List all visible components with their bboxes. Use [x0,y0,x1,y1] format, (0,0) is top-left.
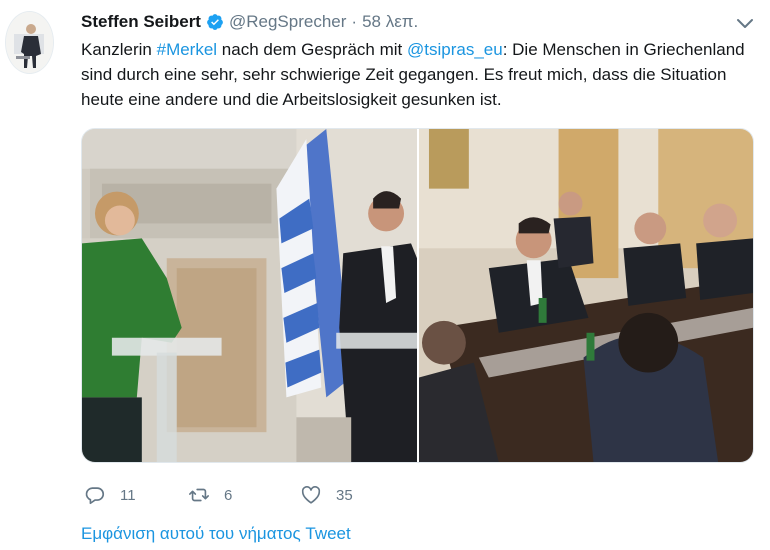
tweet-header: Steffen Seibert @RegSprecher · 58 λεπ. [81,11,418,33]
retweet-count: 6 [224,486,233,504]
author-avatar[interactable] [5,11,54,74]
header-separator: · [351,12,358,31]
mention-link[interactable]: @tsipras_eu [407,40,503,59]
show-thread-link[interactable]: Εμφάνιση αυτού του νήματος Tweet [81,524,351,544]
photo-press-conference[interactable] [82,129,417,462]
chevron-down-icon[interactable] [734,14,756,34]
like-button[interactable]: 35 [300,484,390,506]
verified-badge-icon [206,13,224,31]
tweet-text-segment: Kanzlerin [81,40,157,59]
retweet-button[interactable]: 6 [188,484,300,506]
reply-icon [85,487,105,505]
tweet-actions: 11 6 35 [84,484,390,506]
tweet-timestamp[interactable]: 58 λεπ. [362,12,418,32]
retweet-icon [189,488,209,502]
author-display-name[interactable]: Steffen Seibert [81,12,201,32]
tweet-card[interactable]: Steffen Seibert @RegSprecher · 58 λεπ. K… [0,0,770,550]
tweet-text: Kanzlerin #Merkel nach dem Gespräch mit … [81,37,761,112]
hashtag-link[interactable]: #Merkel [157,40,217,59]
tweet-text-segment: nach dem Gespräch mit [217,40,407,59]
tweet-media[interactable] [81,128,754,463]
reply-count: 11 [120,486,136,504]
author-handle[interactable]: @RegSprecher [229,12,346,32]
like-count: 35 [336,486,353,504]
photo-meeting-table[interactable] [419,129,753,462]
heart-icon [301,486,321,504]
reply-button[interactable]: 11 [84,484,188,506]
